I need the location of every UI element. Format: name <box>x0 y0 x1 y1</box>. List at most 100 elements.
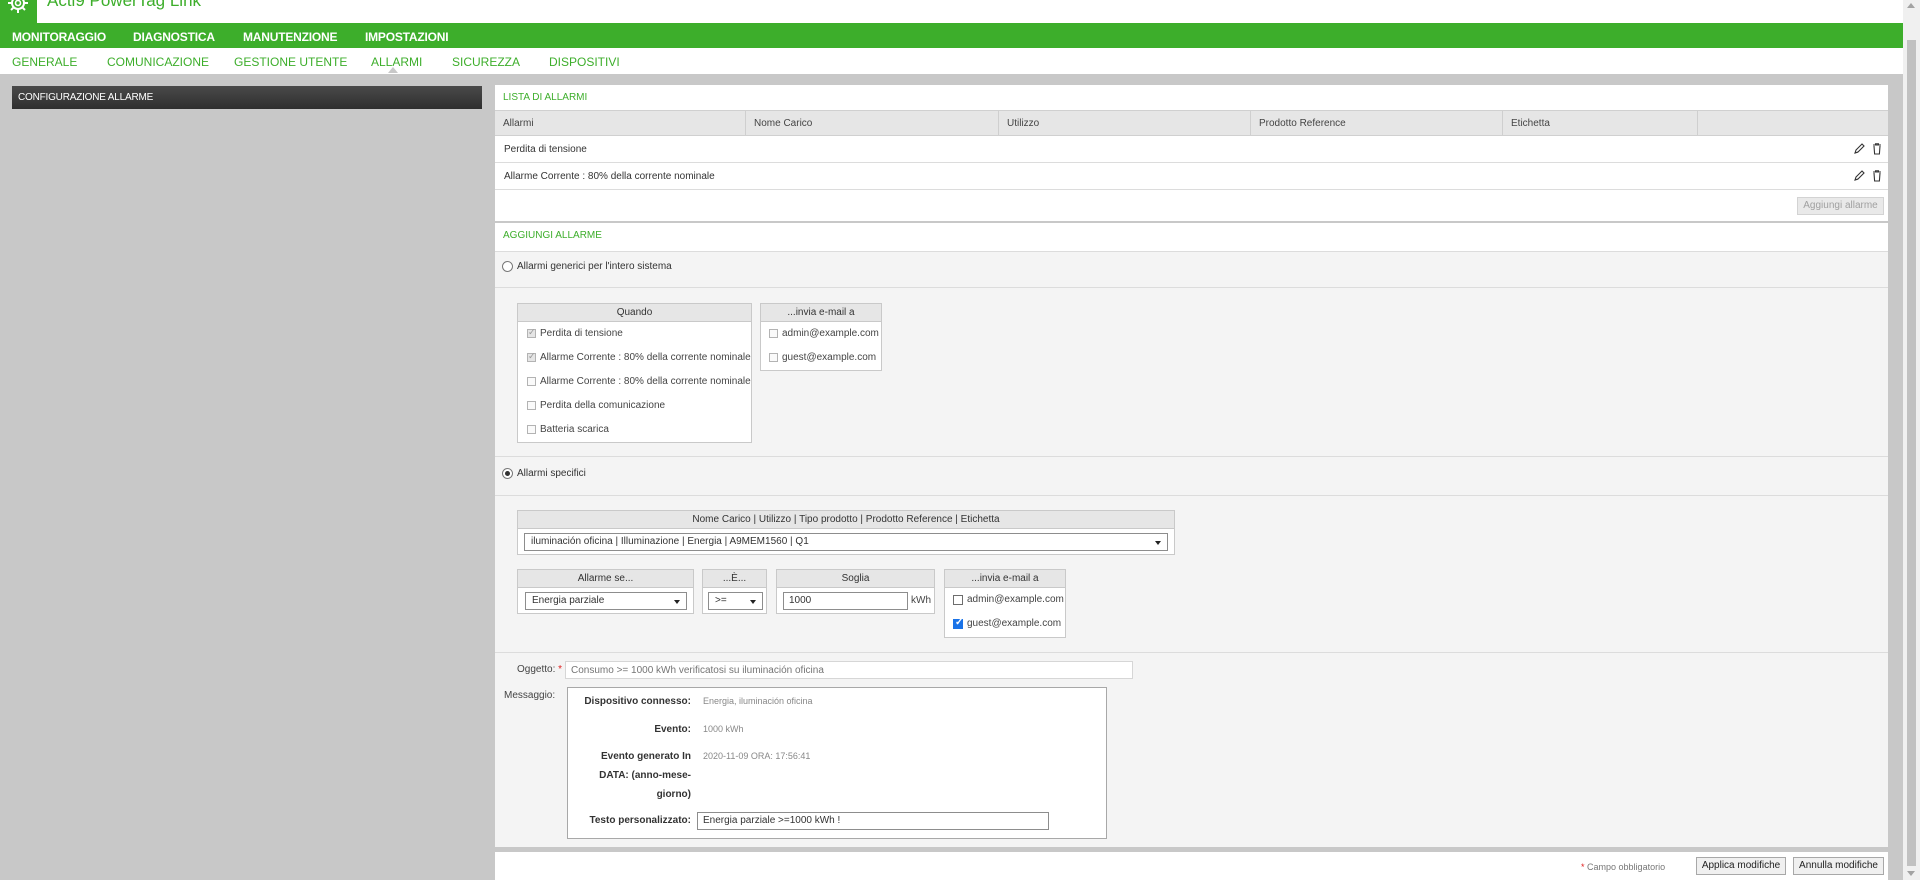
event-value: 1000 kWh <box>703 724 744 734</box>
generic-alarms-radio[interactable] <box>502 261 513 272</box>
device-connected-label: Dispositivo connesso: <box>584 696 691 707</box>
divider <box>495 495 1888 496</box>
footer-bar: * Campo obbligatorio Applica modifiche A… <box>495 852 1888 880</box>
condition-box: Allarme se... Energia parziale <box>517 569 694 614</box>
checkbox <box>769 353 778 362</box>
custom-text-input[interactable]: Energia parziale >=1000 kWh ! <box>697 812 1049 830</box>
scroll-up-arrow-icon[interactable] <box>1907 3 1915 8</box>
column-etichetta: Etichetta <box>1503 111 1698 135</box>
generic-email-header: ...invia e-mail a <box>761 304 881 322</box>
event-generated-value: 2020-11-09 ORA: 17:56:41 <box>703 751 811 761</box>
when-option-label: Allarme Corrente : 80% della corrente no… <box>540 352 751 363</box>
event-generated-label-2: DATA: (anno-mese- <box>599 770 691 781</box>
delete-icon[interactable] <box>1871 142 1883 156</box>
condition-header: Allarme se... <box>518 570 693 588</box>
operator-header: ...È... <box>703 570 766 588</box>
chevron-down-icon <box>674 600 680 604</box>
email-option-label: guest@example.com <box>967 618 1062 629</box>
device-select[interactable]: iluminación oficina | Illuminazione | En… <box>524 533 1168 551</box>
device-selector-box: Nome Carico | Utilizzo | Tipo prodotto |… <box>517 510 1175 555</box>
email-option: guest@example.com <box>769 352 876 363</box>
delete-icon[interactable] <box>1871 169 1883 183</box>
table-row[interactable]: Perdita di tensione <box>495 136 1888 163</box>
event-generated-label-3: giorno) <box>656 789 691 800</box>
email-option-label: admin@example.com <box>782 328 879 339</box>
checkbox[interactable] <box>953 594 963 605</box>
when-option-label: Perdita della comunicazione <box>540 400 666 411</box>
specific-alarms-radio[interactable] <box>502 468 513 479</box>
tab-sicurezza[interactable]: SICUREZZA <box>452 55 520 69</box>
divider <box>495 456 1888 457</box>
subject-input[interactable] <box>565 661 1133 679</box>
column-nome-carico: Nome Carico <box>746 111 999 135</box>
generic-email-box: ...invia e-mail a admin@example.com gues… <box>760 303 882 371</box>
apply-changes-button[interactable]: Applica modifiche <box>1696 857 1786 875</box>
generic-alarms-option[interactable]: Allarmi generici per l'intero sistema <box>502 261 672 272</box>
column-allarmi: Allarmi <box>495 111 746 135</box>
required-note-text: Campo obbligatorio <box>1587 862 1666 872</box>
scroll-down-arrow-icon[interactable] <box>1907 871 1915 876</box>
main-nav-monitoraggio[interactable]: MONITORAGGIO <box>12 30 106 44</box>
email-option-label: guest@example.com <box>782 352 877 363</box>
email-option[interactable]: admin@example.com <box>953 594 1064 605</box>
alarm-name: Perdita di tensione <box>504 144 587 155</box>
edit-icon[interactable] <box>1853 169 1865 183</box>
subject-label: Oggetto: * <box>517 664 562 675</box>
operator-select-value: >= <box>715 595 727 606</box>
threshold-header: Soglia <box>777 570 934 588</box>
tab-gestione-utente[interactable]: GESTIONE UTENTE <box>234 55 347 69</box>
when-option: Allarme Corrente : 80% della corrente no… <box>527 351 751 363</box>
main-nav-diagnostica[interactable]: DIAGNOSTICA <box>133 30 215 44</box>
main-nav-manutenzione[interactable]: MANUTENZIONE <box>243 30 337 44</box>
event-generated-label-1: Evento generato In <box>600 751 691 762</box>
active-tab-caret <box>388 67 398 73</box>
checkbox[interactable] <box>953 617 963 629</box>
specific-alarms-option[interactable]: Allarmi specifici <box>502 468 586 479</box>
add-alarm-button[interactable]: Aggiungi allarme <box>1797 197 1884 215</box>
threshold-unit: kWh <box>911 595 931 606</box>
app-header: Acti9 PowerTag Link <box>0 0 1903 23</box>
threshold-input[interactable]: 1000 <box>783 592 908 610</box>
main-nav-impostazioni[interactable]: IMPOSTAZIONI <box>365 30 449 44</box>
sub-nav: GENERALE COMUNICAZIONE GESTIONE UTENTE A… <box>0 48 1903 74</box>
operator-select[interactable]: >= <box>708 592 763 610</box>
message-label: Messaggio: <box>504 690 556 701</box>
checkbox <box>527 351 536 362</box>
page-scrollbar[interactable] <box>1903 0 1920 880</box>
scroll-thumb[interactable] <box>1907 40 1916 866</box>
condition-select-value: Energia parziale <box>532 595 605 606</box>
device-select-value: iluminación oficina | Illuminazione | En… <box>531 536 809 547</box>
specific-email-box: ...invia e-mail a admin@example.com gues… <box>944 569 1066 638</box>
main-nav: MONITORAGGIO DIAGNOSTICA MANUTENZIONE IM… <box>0 23 1903 48</box>
tab-comunicazione[interactable]: COMUNICAZIONE <box>107 55 209 69</box>
left-panel-title[interactable]: CONFIGURAZIONE ALLARME <box>12 86 482 109</box>
email-option: admin@example.com <box>769 328 879 339</box>
tab-dispositivi[interactable]: DISPOSITIVI <box>549 55 620 69</box>
alarm-name: Allarme Corrente : 80% della corrente no… <box>504 171 715 182</box>
divider <box>495 287 1888 288</box>
cancel-changes-button[interactable]: Annulla modifiche <box>1793 857 1884 875</box>
when-option: Allarme Corrente : 80% della corrente no… <box>527 376 751 387</box>
app-title: Acti9 PowerTag Link <box>47 0 202 10</box>
email-option[interactable]: guest@example.com <box>953 617 1062 629</box>
condition-select[interactable]: Energia parziale <box>525 592 687 610</box>
tab-generale[interactable]: GENERALE <box>12 55 77 69</box>
divider <box>495 652 1888 653</box>
divider <box>495 251 1888 252</box>
chevron-down-icon <box>1155 541 1161 545</box>
add-alarm-title-bar: AGGIUNGI ALLARME <box>495 223 1888 251</box>
email-option-label: admin@example.com <box>967 594 1064 605</box>
edit-icon[interactable] <box>1853 142 1865 156</box>
device-selector-header: Nome Carico | Utilizzo | Tipo prodotto |… <box>518 511 1174 529</box>
checkbox <box>527 401 536 410</box>
threshold-box: Soglia 1000 kWh <box>776 569 935 614</box>
column-prodotto-reference: Prodotto Reference <box>1251 111 1503 135</box>
when-option: Perdita della comunicazione <box>527 400 665 411</box>
required-note: * Campo obbligatorio <box>1581 862 1665 872</box>
required-mark: * <box>1581 862 1585 872</box>
add-alarm-panel: AGGIUNGI ALLARME Allarmi generici per l'… <box>495 223 1888 847</box>
alarm-list-title: LISTA DI ALLARMI <box>503 92 588 103</box>
specific-alarms-label: Allarmi specifici <box>517 468 586 479</box>
table-row[interactable]: Allarme Corrente : 80% della corrente no… <box>495 163 1888 190</box>
required-mark: * <box>558 664 563 675</box>
